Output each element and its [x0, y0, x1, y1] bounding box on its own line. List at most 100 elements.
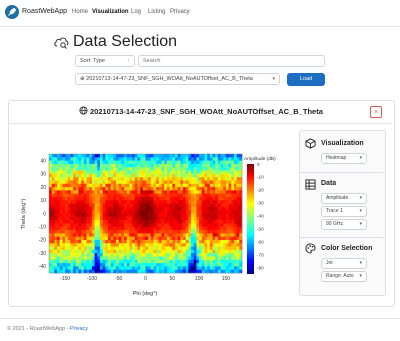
- heatmap-cell: [201, 157, 205, 161]
- heatmap-cell: [191, 213, 195, 218]
- colormap-select[interactable]: Jet ▾: [321, 258, 367, 269]
- heatmap-cell: [107, 220, 111, 224]
- y-tick-label: 20: [40, 185, 46, 191]
- heatmap-cell: [199, 196, 203, 201]
- heatmap-cell: [51, 203, 55, 208]
- heatmap-cell: [220, 266, 224, 270]
- heatmap-cell: [156, 173, 160, 178]
- heatmap-cell: [116, 170, 119, 175]
- visualization-type-select[interactable]: Heatmap ▾: [321, 153, 367, 164]
- nav-visualization[interactable]: Visualization: [92, 9, 129, 15]
- heatmap-cell: [148, 180, 152, 185]
- heatmap-cell: [99, 243, 103, 247]
- heatmap-cell: [57, 256, 61, 261]
- heatmap-cell: [204, 223, 208, 228]
- heatmap-cell: [236, 193, 240, 198]
- quantity-select[interactable]: Amplitude ▾: [321, 193, 367, 204]
- heatmap-cell: [185, 203, 189, 208]
- heatmap-cell: [89, 177, 93, 181]
- heatmap-cell: [212, 236, 216, 241]
- heatmap-cell: [75, 170, 79, 175]
- load-button[interactable]: Load: [287, 73, 325, 86]
- heatmap-cell: [172, 196, 176, 201]
- heatmap-cell: [59, 180, 63, 185]
- heatmap-cell: [54, 183, 58, 188]
- heatmap-cell: [169, 266, 173, 270]
- frequency-select[interactable]: 90 GHz ▾: [321, 219, 367, 230]
- heatmap-cell: [164, 216, 168, 221]
- heatmap-cell: [81, 266, 85, 270]
- heatmap-cell: [132, 170, 136, 175]
- heatmap-cell: [185, 167, 189, 171]
- heatmap-cell: [199, 183, 203, 188]
- heatmap-cell: [217, 213, 221, 218]
- heatmap-cell: [158, 266, 162, 270]
- heatmap-cell: [70, 200, 74, 204]
- heatmap-cell: [217, 163, 221, 168]
- brand-name[interactable]: RoastWebApp: [22, 8, 67, 15]
- heatmap-cell: [121, 259, 125, 264]
- heatmap-cell: [174, 233, 178, 237]
- heatmap-cell: [113, 213, 117, 218]
- heatmap-cell: [166, 239, 170, 244]
- heatmap-cell: [225, 230, 229, 234]
- sort-select[interactable]: Sort: Type ↑: [75, 55, 135, 67]
- heatmap-cell: [62, 233, 66, 237]
- heatmap-cell: [67, 223, 71, 228]
- app-logo[interactable]: [5, 5, 19, 19]
- heatmap-cell: [193, 196, 197, 201]
- heatmap-cell: [137, 223, 141, 228]
- file-select[interactable]: ⊕ 20210713-14-47-23_SNF_SGH_WOAtt_NoAUTO…: [75, 73, 280, 85]
- heatmap-cell: [73, 223, 77, 228]
- heatmap-cell: [153, 193, 157, 198]
- heatmap-cell: [201, 259, 205, 264]
- heatmap-cell: [209, 243, 213, 247]
- heatmap-cell: [180, 230, 184, 234]
- heatmap-cell: [212, 253, 216, 257]
- heatmap-cells: [49, 154, 243, 274]
- heatmap-cell: [156, 160, 160, 165]
- range-select[interactable]: Range: Auto ▾: [321, 271, 367, 282]
- heatmap-cell: [97, 266, 101, 270]
- heatmap-cell: [150, 249, 154, 254]
- heatmap-cell: [51, 220, 55, 224]
- heatmap-cell: [153, 266, 157, 270]
- heatmap-cell: [193, 230, 197, 234]
- nav-log[interactable]: Log: [131, 9, 141, 15]
- heatmap-cell: [153, 210, 157, 214]
- footer-privacy-link[interactable]: Privacy: [70, 326, 88, 332]
- heatmap-cell: [78, 243, 82, 247]
- nav-privacy[interactable]: Privacy: [170, 9, 190, 15]
- heatmap-cell: [185, 223, 189, 228]
- heatmap-cell: [231, 200, 235, 204]
- close-button[interactable]: ×: [370, 106, 382, 118]
- heatmap-cell: [207, 200, 211, 204]
- heatmap-cell: [164, 163, 168, 168]
- heatmap-cell: [140, 216, 144, 221]
- heatmap-cell: [188, 200, 192, 204]
- trace-select[interactable]: Trace 1 ▾: [321, 206, 367, 217]
- heatmap-cell: [233, 236, 237, 241]
- heatmap-cell: [140, 223, 144, 228]
- heatmap-cell: [225, 256, 229, 261]
- heatmap-cell: [223, 190, 227, 194]
- heatmap-cell: [177, 266, 181, 270]
- nav-home[interactable]: Home: [72, 9, 88, 15]
- heatmap-cell: [161, 216, 165, 221]
- heatmap-cell: [153, 259, 157, 264]
- heatmap-cell: [137, 203, 141, 208]
- heatmap-cell: [97, 183, 101, 188]
- heatmap-cell: [132, 173, 136, 178]
- heatmap-cell: [166, 190, 170, 194]
- heatmap-cell: [110, 213, 114, 218]
- heatmap-cell: [174, 157, 178, 161]
- heatmap-cell: [97, 177, 101, 181]
- search-input[interactable]: Search: [138, 55, 325, 67]
- heatmap-cell: [121, 193, 125, 198]
- heatmap-cell: [196, 253, 200, 257]
- heatmap-cell: [49, 193, 52, 198]
- heatmap-cell: [65, 167, 69, 171]
- heatmap-cell: [91, 200, 95, 204]
- heatmap-cell: [116, 210, 119, 214]
- nav-listing[interactable]: Listing: [148, 9, 165, 15]
